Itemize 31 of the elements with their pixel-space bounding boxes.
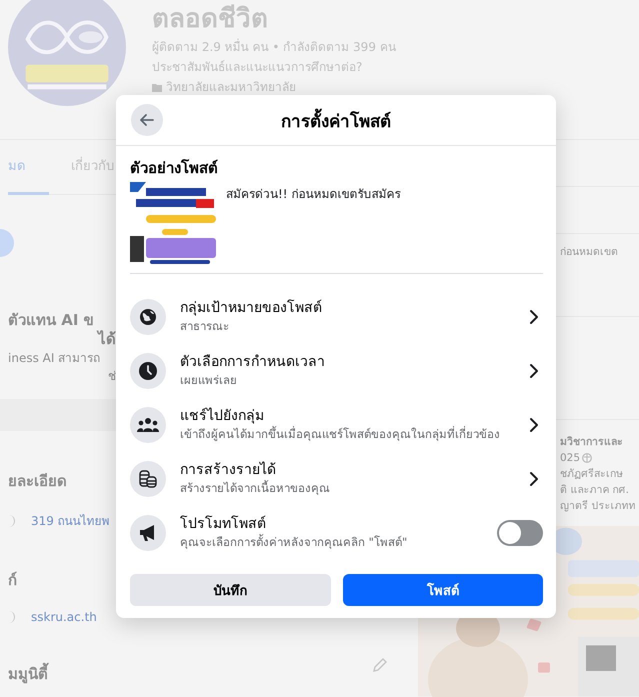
ai-description: iness AI สามารถ	[8, 350, 102, 367]
option-title: การสร้างรายได้	[180, 461, 277, 480]
post-date: 025	[560, 451, 580, 466]
option-title: โปรโมทโพสต์	[180, 515, 267, 534]
dialog-title: การตั้งค่าโพสต์	[281, 106, 391, 134]
section-heading: ก์	[8, 570, 18, 591]
post-author: มวิชาการและ	[560, 435, 623, 450]
option-title: กลุ่มเป้าหมายของโพสต์	[180, 299, 323, 318]
post-text: ญาตรี ประเภทท	[560, 499, 636, 514]
post-text: ก่อนหมดเขต	[560, 245, 618, 260]
option-description: คุณจะเลือกการตั้งค่าหลังจากคุณคลิก "โพสต์"	[180, 534, 408, 551]
save-button[interactable]: บันทึก	[130, 574, 330, 606]
post-button[interactable]: โพสต์	[342, 574, 543, 606]
post-text: ชภัฏศรีสะเกษ	[560, 467, 623, 482]
page-tab[interactable]: มด	[8, 139, 49, 195]
website-link[interactable]: sskru.ac.th	[31, 610, 97, 624]
option-description: เผยแพร่เลย	[180, 372, 238, 389]
ai-heading: ได้	[96, 330, 116, 349]
option-description: สร้างรายได้จากเนื้อหาของคุณ	[180, 480, 331, 497]
section-heading: ยละเอียด	[8, 471, 68, 492]
section-heading: มมูนิตี้	[8, 662, 116, 686]
option-description: เข้าถึงผู้คนได้มากขึ้นเมื่อคุณแชร์โพสต์ของคุณในกลุ่มที่เกี่ยวข้อง	[180, 426, 501, 443]
preview-heading: ตัวอย่างโพสต์	[130, 158, 219, 179]
option-title: ตัวเลือกการกำหนดเวลา	[180, 353, 326, 372]
post-text: ติ และภาค กศ.	[560, 483, 630, 498]
address-link[interactable]: 319 ถนนไทยพ	[31, 511, 110, 530]
option-title: แชร์ไปยังกลุ่ม	[180, 407, 265, 426]
ai-heading: ตัวแทน AI ข	[8, 311, 95, 330]
post-text: สมัครด่วน!! ก่อนหมดเขตรับสมัคร	[226, 186, 400, 203]
option-description: สาธารณะ	[180, 318, 230, 335]
ai-description: ช่	[107, 368, 116, 385]
